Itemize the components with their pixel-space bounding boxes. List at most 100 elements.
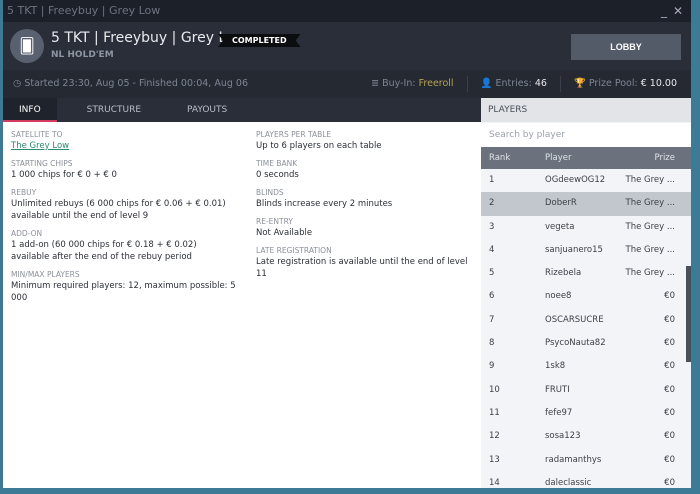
tournament-window: 5 TKT | Freeybuy | Grey Low _ ✕ 🂠 5 TKT |… xyxy=(3,0,691,488)
rank-cell: 12 xyxy=(489,431,500,442)
prize-cell: €0 xyxy=(664,361,675,372)
info-value-text: 0 seconds xyxy=(256,170,299,180)
tournament-title: 5 TKT | Freeybuy | Grey Low xyxy=(51,30,247,46)
rank-cell: 3 xyxy=(489,221,495,232)
title-bar: 5 TKT | Freeybuy | Grey Low _ ✕ xyxy=(3,0,691,22)
players-panel: PLAYERS Rank Player Prize 1 OGdeewOG12 The… xyxy=(481,98,691,488)
player-row[interactable]: 7 OSCARSUCRE €0 xyxy=(481,309,691,332)
players-table-header: Rank Player Prize xyxy=(481,147,691,169)
info-label: RE-ENTRY xyxy=(256,217,293,226)
rank-cell: 7 xyxy=(489,314,495,325)
rank-cell: 14 xyxy=(489,477,500,488)
clock-icon: ◷ xyxy=(13,78,22,89)
status-badge: COMPLETED xyxy=(218,34,301,47)
window-title: 5 TKT | Freeybuy | Grey Low xyxy=(7,4,161,17)
coins-icon: ≣ xyxy=(371,78,380,89)
prize-cell: The Grey ... xyxy=(625,221,675,232)
player-cell: sanjuanero15 xyxy=(545,244,603,255)
minimize-icon[interactable]: _ xyxy=(661,4,667,18)
prize-cell: €0 xyxy=(664,454,675,465)
player-row[interactable]: 9 1sk8 €0 xyxy=(481,355,691,378)
lobby-button[interactable]: LOBBY xyxy=(571,34,681,60)
player-cell: daleclassic xyxy=(545,477,592,488)
info-value: Late registration is available until the… xyxy=(256,256,481,280)
info-label: TIME BANK xyxy=(256,159,298,168)
info-label: BLINDS xyxy=(256,188,284,197)
player-row[interactable]: 1 OGdeewOG12 The Grey ... xyxy=(481,169,691,192)
info-value-text: Unlimited rebuys (6 000 chips for € 0.06… xyxy=(11,199,226,221)
prize-cell: €0 xyxy=(664,384,675,395)
player-cell: fefe97 xyxy=(545,407,573,418)
info-value-text: Blinds increase every 2 minutes xyxy=(256,199,393,209)
player-row[interactable]: 4 sanjuanero15 The Grey ... xyxy=(481,239,691,262)
player-cell: radamanthys xyxy=(545,454,602,465)
player-row[interactable]: 10 FRUTI €0 xyxy=(481,379,691,402)
info-value-text: Up to 6 players on each table xyxy=(256,141,382,151)
info-label: REBUY xyxy=(11,188,37,197)
prize-cell: €0 xyxy=(664,431,675,442)
info-bar: ◷ Started 23:30, Aug 05 - Finished 00:04… xyxy=(3,70,691,98)
info-right-column: PLAYERS PER TABLE Up to 6 players on each… xyxy=(256,130,481,287)
prize-label: Prize Pool: xyxy=(588,78,638,89)
info-value: Not Available xyxy=(256,227,481,239)
entries-value: 46 xyxy=(534,78,547,89)
scrollbar[interactable] xyxy=(686,266,691,362)
rank-cell: 10 xyxy=(489,384,500,395)
rank-cell: 1 xyxy=(489,175,495,185)
rank-cell: 4 xyxy=(489,244,495,255)
player-row[interactable]: 11 fefe97 €0 xyxy=(481,402,691,425)
info-value: Unlimited rebuys (6 000 chips for € 0.06… xyxy=(11,198,236,222)
info-value: Blinds increase every 2 minutes xyxy=(256,198,481,210)
rank-cell: 13 xyxy=(489,454,500,465)
player-row[interactable]: 13 radamanthys €0 xyxy=(481,449,691,472)
col-prize[interactable]: Prize xyxy=(654,147,675,169)
info-value-text: 1 add-on (60 000 chips for € 0.18 + € 0.… xyxy=(11,240,197,262)
info-value: Minimum required players: 12, maximum po… xyxy=(11,280,236,304)
close-icon[interactable]: ✕ xyxy=(673,4,683,18)
player-row[interactable]: 5 Rizebela The Grey ... xyxy=(481,262,691,285)
rank-cell: 9 xyxy=(489,361,495,372)
player-cell: 1sk8 xyxy=(545,361,566,372)
prize-cell: €0 xyxy=(664,477,675,488)
info-value-text: Not Available xyxy=(256,228,313,238)
info-value-text: 1 000 chips for € 0 + € 0 xyxy=(11,170,117,180)
info-value: Up to 6 players on each table xyxy=(256,140,481,152)
player-row[interactable]: 6 noee8 €0 xyxy=(481,285,691,308)
entries-label: Entries: xyxy=(495,78,532,89)
game-type: NL HOLD'EM xyxy=(51,50,114,60)
player-cell: PsycoNauta82 xyxy=(545,338,606,349)
player-row[interactable]: 12 sosa123 €0 xyxy=(481,425,691,448)
trophy-icon: 🏆 xyxy=(574,78,586,89)
player-cell: sosa123 xyxy=(545,431,581,442)
info-value-text: Late registration is available until the… xyxy=(256,257,468,279)
tab-bar: INFO STRUCTURE PAYOUTS xyxy=(3,98,481,122)
prize-cell: €0 xyxy=(664,338,675,349)
satellite-link[interactable]: The Grey Low xyxy=(11,141,69,151)
player-cell: Rizebela xyxy=(545,268,582,279)
tab-payouts[interactable]: PAYOUTS xyxy=(171,98,243,122)
prize-cell: The Grey ... xyxy=(625,244,675,255)
rank-cell: 5 xyxy=(489,268,495,279)
prize-cell: €0 xyxy=(664,407,675,418)
info-content: SATELLITE TO The Grey Low STARTING CHIPS 1 … xyxy=(3,122,481,488)
info-label: PLAYERS PER TABLE xyxy=(256,130,332,139)
player-search-input[interactable] xyxy=(481,123,691,147)
players-list: 1 OGdeewOG12 The Grey ... 2 DoberR The Grey .… xyxy=(481,169,691,488)
player-cell: FRUTI xyxy=(545,384,570,395)
info-value: 0 seconds xyxy=(256,169,481,181)
player-cell: OSCARSUCRE xyxy=(545,314,604,325)
player-row[interactable]: 3 vegeta The Grey ... xyxy=(481,216,691,239)
buyin-label: Buy-In: xyxy=(382,78,416,89)
player-row[interactable]: 2 DoberR The Grey ... xyxy=(481,192,691,216)
rank-cell: 2 xyxy=(489,198,495,209)
tab-info[interactable]: INFO xyxy=(3,98,57,122)
info-left-column: SATELLITE TO The Grey Low STARTING CHIPS 1 … xyxy=(11,130,236,311)
info-value-text: Minimum required players: 12, maximum po… xyxy=(11,281,236,303)
player-row[interactable]: 8 PsycoNauta82 €0 xyxy=(481,332,691,355)
info-value: The Grey Low xyxy=(11,140,236,152)
col-player[interactable]: Player xyxy=(545,147,571,169)
player-row[interactable]: 14 daleclassic €0 xyxy=(481,472,691,488)
col-rank[interactable]: Rank xyxy=(489,147,510,169)
info-value: 1 000 chips for € 0 + € 0 xyxy=(11,169,236,181)
tab-structure[interactable]: STRUCTURE xyxy=(71,98,157,122)
